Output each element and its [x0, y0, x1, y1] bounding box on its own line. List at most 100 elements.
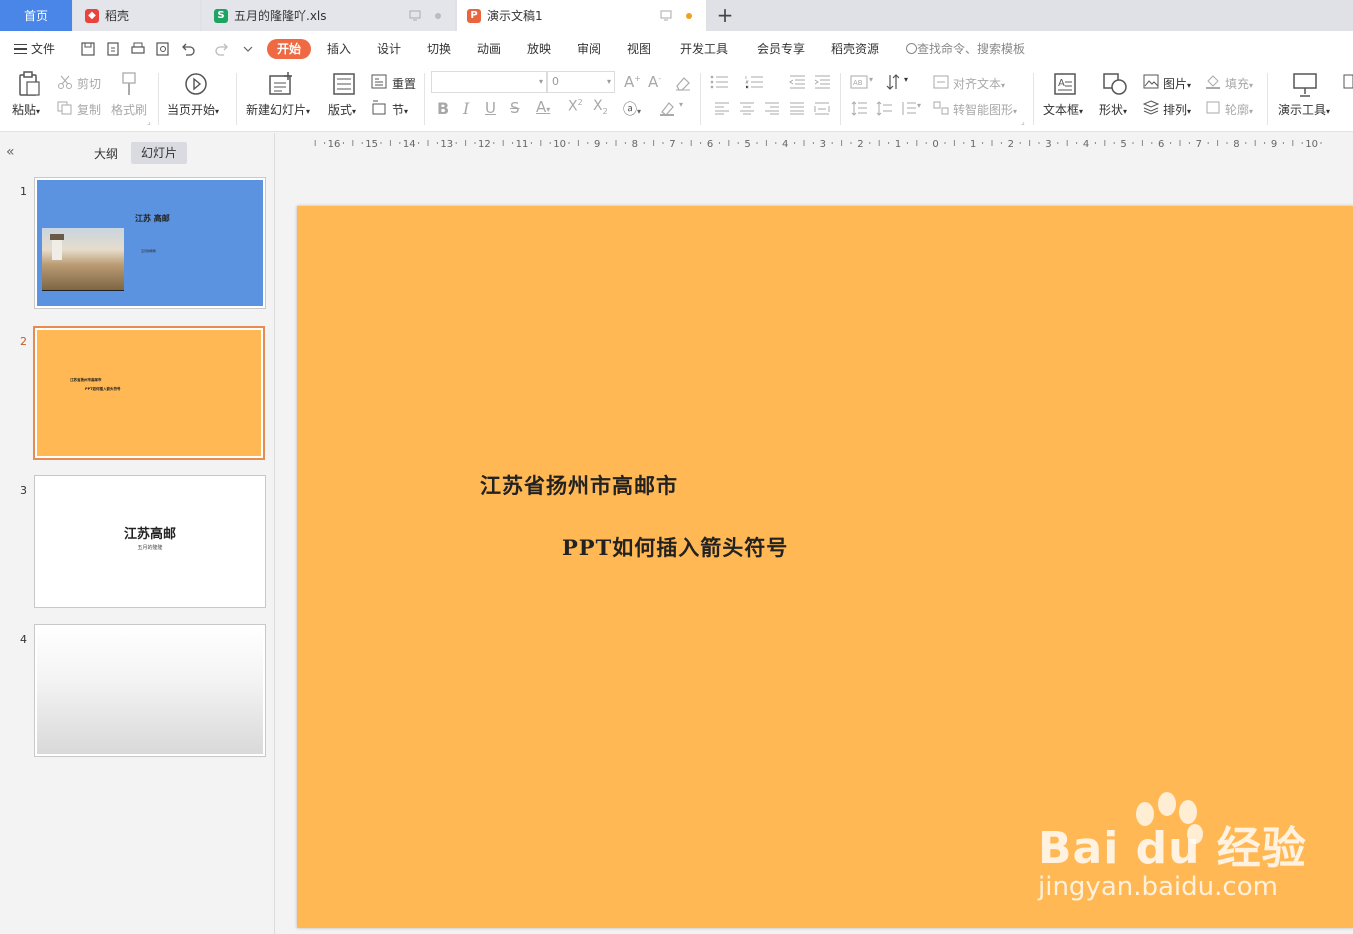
font-color-icon[interactable]: A▾: [536, 98, 550, 116]
char-spacing-icon[interactable]: ⓐ▾: [623, 99, 641, 119]
dropdown-arrow-icon[interactable]: ▾: [904, 75, 908, 84]
reset-icon[interactable]: [371, 74, 387, 89]
align-right-icon[interactable]: [764, 102, 780, 115]
redo-icon[interactable]: [214, 41, 230, 57]
presentation-tools-icon[interactable]: [1292, 72, 1318, 98]
presentation-tools-button[interactable]: 演示工具▾: [1278, 101, 1330, 118]
slide-title-text[interactable]: 江苏省扬州市高邮市: [480, 470, 678, 500]
export-pdf-icon[interactable]: [105, 41, 121, 57]
bullet-list-icon[interactable]: [710, 75, 728, 89]
dropdown-arrow-icon[interactable]: ▾: [917, 101, 921, 110]
paragraph-expand-icon[interactable]: ⌟: [1021, 117, 1025, 126]
arrange-button[interactable]: 排列▾: [1163, 101, 1191, 118]
cut-icon[interactable]: [57, 75, 73, 89]
monitor-icon[interactable]: [409, 10, 421, 21]
tab-presentation[interactable]: P 演示文稿1: [457, 0, 706, 31]
menu-animation[interactable]: 动画: [477, 39, 501, 59]
tab-slides[interactable]: 幻灯片: [131, 142, 187, 164]
tab-daoke[interactable]: ◆ 稻壳: [73, 0, 200, 31]
underline-icon[interactable]: U: [485, 99, 496, 117]
font-family-select[interactable]: ▾: [431, 71, 547, 93]
subscript-icon[interactable]: X2: [593, 98, 608, 116]
line-spacing-icon[interactable]: [851, 101, 867, 116]
more-tools-icon[interactable]: [1343, 74, 1353, 89]
shape-icon[interactable]: [1102, 72, 1128, 96]
bold-icon[interactable]: B: [437, 99, 449, 118]
sort-direction-icon[interactable]: [886, 74, 902, 90]
align-left-icon[interactable]: [714, 102, 730, 115]
save-icon[interactable]: [80, 41, 96, 57]
textbox-icon[interactable]: A: [1053, 72, 1077, 96]
menu-view[interactable]: 视图: [627, 39, 651, 59]
fill-icon[interactable]: [1205, 74, 1221, 89]
menu-developer[interactable]: 开发工具: [680, 39, 728, 59]
outline-button[interactable]: 轮廓▾: [1225, 101, 1253, 118]
decrease-font-icon[interactable]: A-: [648, 73, 661, 91]
menu-daoke-resources[interactable]: 稻壳资源: [831, 39, 879, 59]
textbox-button[interactable]: 文本框▾: [1043, 101, 1083, 118]
menu-start[interactable]: 开始: [267, 39, 312, 59]
unsaved-dot-icon[interactable]: [686, 12, 692, 19]
dropdown-arrow-icon[interactable]: ▾: [679, 100, 683, 109]
paragraph-spacing-icon[interactable]: [876, 101, 892, 116]
menu-transition[interactable]: 切换: [427, 39, 451, 59]
fill-button[interactable]: 填充▾: [1225, 75, 1253, 92]
superscript-icon[interactable]: X2: [568, 98, 583, 115]
collapse-panel-icon[interactable]: «: [6, 144, 15, 160]
tab-outline[interactable]: 大纲: [94, 145, 118, 162]
format-painter-icon[interactable]: [119, 71, 139, 97]
menu-design[interactable]: 设计: [377, 39, 401, 59]
shape-button[interactable]: 形状▾: [1099, 101, 1127, 118]
menu-review[interactable]: 审阅: [577, 39, 601, 59]
align-text-button[interactable]: 对齐文本▾: [953, 75, 1005, 92]
start-from-current-button[interactable]: 当页开始▾: [167, 101, 219, 118]
format-painter-button[interactable]: 格式刷: [111, 101, 147, 118]
undo-icon[interactable]: [180, 41, 196, 57]
file-menu[interactable]: 文件: [14, 39, 55, 59]
slide-thumbnail-4[interactable]: [34, 624, 266, 757]
menu-member[interactable]: 会员专享: [757, 39, 805, 59]
italic-icon[interactable]: I: [463, 99, 469, 118]
increase-font-icon[interactable]: A+: [624, 73, 641, 91]
distributed-align-icon[interactable]: [814, 102, 830, 115]
highlight-icon[interactable]: [659, 100, 677, 116]
reset-button[interactable]: 重置: [392, 75, 416, 92]
menu-slideshow[interactable]: 放映: [527, 39, 551, 59]
picture-button[interactable]: 图片▾: [1163, 75, 1191, 92]
numbered-list-icon[interactable]: [745, 75, 763, 89]
new-tab-plus-icon[interactable]: +: [714, 4, 736, 26]
strikethrough-icon[interactable]: S: [510, 99, 520, 117]
print-icon[interactable]: [130, 41, 146, 57]
slide-thumbnail-1[interactable]: 江苏 高邮 五月的隆隆: [34, 177, 266, 309]
picture-icon[interactable]: [1143, 74, 1159, 89]
paste-button[interactable]: 粘贴▾: [12, 101, 40, 118]
customize-quick-access-icon[interactable]: [240, 41, 256, 57]
monitor-icon[interactable]: [660, 10, 672, 21]
clipboard-expand-icon[interactable]: ⌟: [147, 117, 151, 126]
cut-button[interactable]: 剪切: [77, 75, 101, 92]
align-text-icon[interactable]: [933, 75, 949, 89]
slide-thumbnail-2[interactable]: 江苏省扬州市高邮市 PPT如何插入箭头符号: [33, 326, 265, 460]
text-direction-icon[interactable]: AB: [850, 75, 868, 89]
increase-indent-icon[interactable]: [814, 75, 830, 89]
new-slide-button[interactable]: 新建幻灯片▾: [246, 101, 310, 118]
slide-thumbnail-3[interactable]: 江苏高邮 五月的隆隆: [34, 475, 266, 608]
line-spacing-options-icon[interactable]: [900, 101, 916, 116]
close-dot-icon[interactable]: [435, 12, 441, 19]
section-button[interactable]: 节▾: [392, 101, 408, 118]
outline-icon[interactable]: [1205, 100, 1221, 115]
section-icon[interactable]: [371, 100, 387, 115]
play-from-current-icon[interactable]: [184, 72, 208, 96]
font-size-select[interactable]: 0 ▾: [547, 71, 615, 93]
command-search[interactable]: 查找命令、搜索模板: [906, 39, 1025, 59]
smartart-button[interactable]: 转智能图形▾: [953, 101, 1017, 118]
decrease-indent-icon[interactable]: [789, 75, 805, 89]
copy-icon[interactable]: [57, 101, 73, 115]
justify-icon[interactable]: [789, 102, 805, 115]
slide-subtitle-text[interactable]: PPT如何插入箭头符号: [562, 532, 788, 562]
clear-format-icon[interactable]: [674, 75, 692, 91]
smartart-icon[interactable]: [933, 101, 949, 115]
dropdown-arrow-icon[interactable]: ▾: [869, 75, 873, 84]
tab-spreadsheet[interactable]: S 五月的隆隆吖.xls: [202, 0, 455, 31]
menu-insert[interactable]: 插入: [327, 39, 351, 59]
